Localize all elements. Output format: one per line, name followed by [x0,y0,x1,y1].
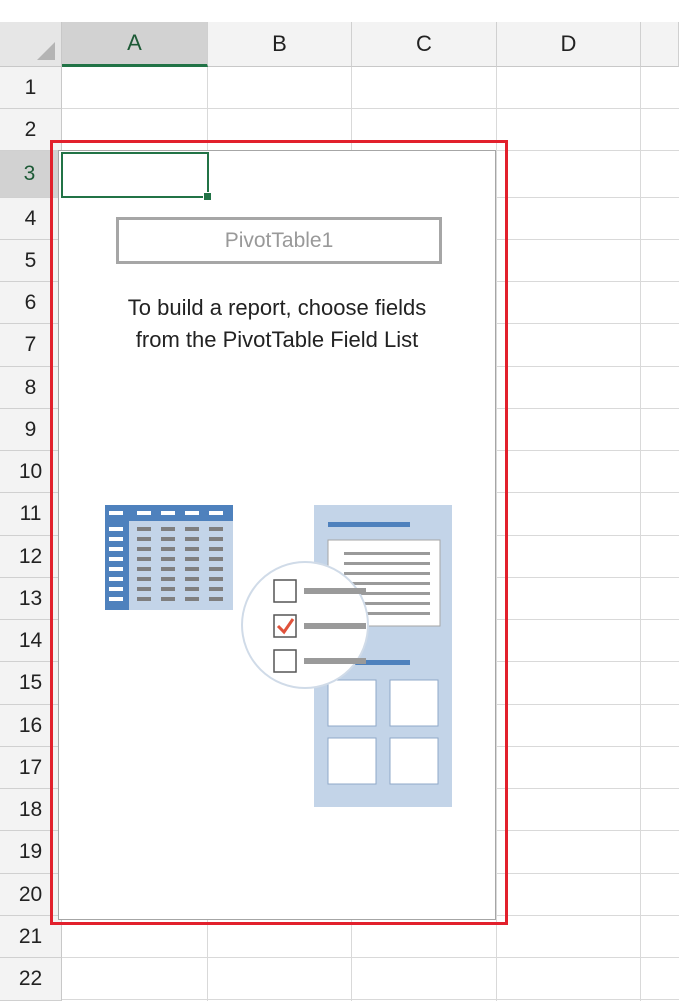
grid-line [62,108,679,109]
grid-line [640,67,641,1001]
red-highlight-annotation [50,140,508,925]
top-strip [0,0,679,22]
select-all-triangle-icon [37,42,55,60]
column-header-e-partial[interactable] [641,22,679,67]
grid-line [62,999,679,1000]
select-all-corner[interactable] [0,22,62,67]
column-header-b[interactable]: B [208,22,352,67]
column-header-c[interactable]: C [352,22,497,67]
row-header-22[interactable]: 22 [0,958,62,1001]
spreadsheet-grid: A B C D 1 2 3 4 5 6 7 8 9 10 11 12 13 14… [0,0,679,1001]
grid-line [62,957,679,958]
column-header-d[interactable]: D [497,22,641,67]
column-header-a[interactable]: A [62,22,208,67]
row-header-1[interactable]: 1 [0,67,62,109]
